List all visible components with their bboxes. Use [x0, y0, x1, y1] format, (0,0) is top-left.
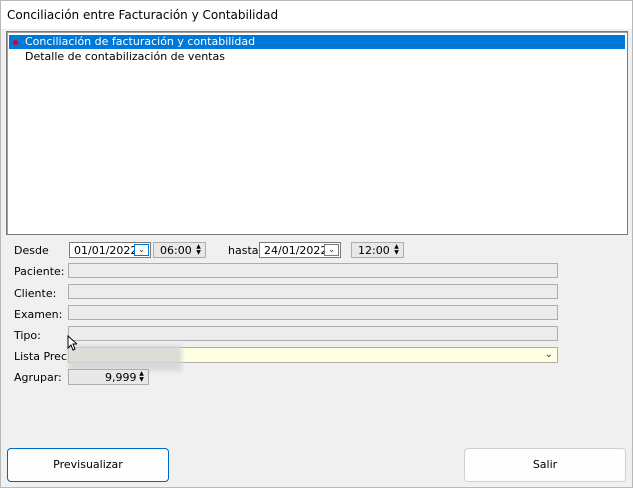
spin-arrows-icon[interactable]: ▲ ▼ — [193, 244, 204, 256]
window-title: Conciliación entre Facturación y Contabi… — [7, 8, 279, 22]
desde-time-spinner[interactable]: 06:00 ▲ ▼ — [153, 242, 206, 258]
desde-date-value: 01/01/2022 — [74, 244, 138, 257]
chevron-down-icon[interactable]: ⌄ — [545, 349, 553, 360]
spin-arrows-icon[interactable]: ▲ ▼ — [391, 244, 402, 256]
redacted-overlay — [68, 345, 182, 371]
tipo-label: Tipo: — [14, 329, 41, 342]
desde-label: Desde — [14, 244, 49, 257]
salir-button[interactable]: Salir — [464, 448, 626, 482]
paciente-label: Paciente: — [14, 265, 65, 278]
desde-date-picker[interactable]: 01/01/2022 ⌄ — [69, 242, 151, 258]
paciente-field[interactable] — [68, 263, 558, 278]
bullet-icon — [13, 40, 18, 45]
cliente-label: Cliente: — [14, 287, 57, 300]
hasta-time-value: 12:00 — [358, 244, 390, 257]
agrupar-value: 9,999 — [105, 371, 137, 384]
list-item[interactable]: Conciliación de facturación y contabilid… — [9, 35, 625, 49]
list-item-label: Conciliación de facturación y contabilid… — [25, 35, 256, 48]
spin-arrows-icon[interactable]: ▲ ▼ — [136, 371, 147, 383]
agrupar-spinner[interactable]: 9,999 ▲ ▼ — [68, 369, 149, 385]
report-list[interactable]: Conciliación de facturación y contabilid… — [6, 31, 628, 235]
list-item[interactable]: Detalle de contabilización de ventas — [9, 50, 625, 64]
hasta-label: hasta — [228, 244, 259, 257]
report-window: Conciliación entre Facturación y Contabi… — [0, 0, 633, 488]
title-bar: Conciliación entre Facturación y Contabi… — [1, 1, 632, 29]
hasta-date-value: 24/01/2022 — [264, 244, 328, 257]
chevron-down-icon[interactable]: ⌄ — [134, 244, 149, 256]
list-item-label: Detalle de contabilización de ventas — [25, 50, 225, 63]
tipo-field[interactable] — [68, 326, 558, 341]
mouse-pointer-icon — [67, 335, 77, 351]
desde-time-value: 06:00 — [160, 244, 192, 257]
examen-field[interactable] — [68, 305, 558, 320]
agrupar-label: Agrupar: — [14, 371, 62, 384]
lista-prec-label: Lista Prec: — [14, 350, 71, 363]
chevron-down-icon[interactable]: ⌄ — [324, 244, 339, 256]
examen-label: Examen: — [14, 308, 63, 321]
cliente-field[interactable] — [68, 284, 558, 299]
hasta-date-picker[interactable]: 24/01/2022 ⌄ — [259, 242, 341, 258]
previsualizar-button[interactable]: Previsualizar — [7, 448, 169, 482]
hasta-time-spinner[interactable]: 12:00 ▲ ▼ — [351, 242, 404, 258]
